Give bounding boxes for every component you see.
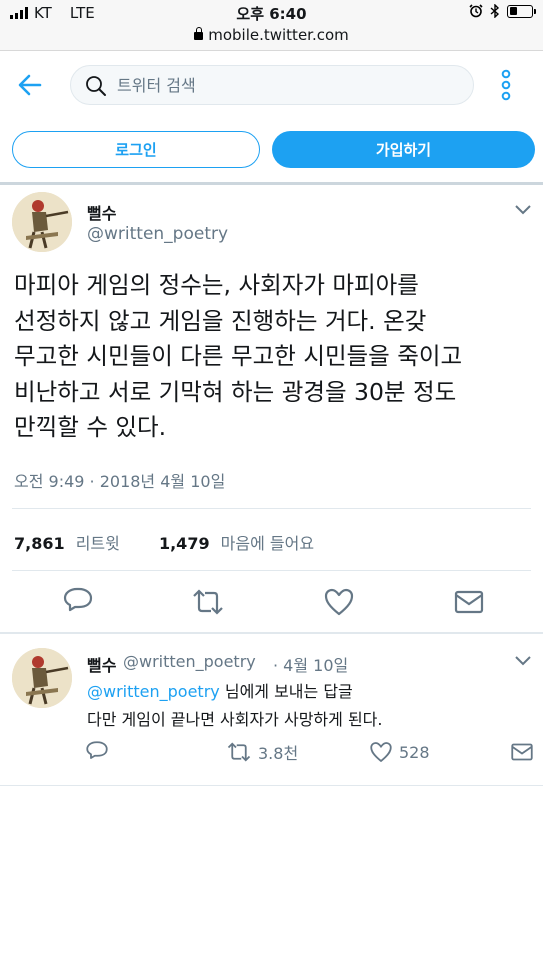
signup-button[interactable]: 가입하기 — [272, 131, 535, 168]
status-right — [469, 4, 536, 18]
reply-icon — [86, 741, 108, 759]
retweet-icon — [227, 742, 251, 762]
caret-down-icon[interactable] — [513, 654, 533, 668]
url-text: mobile.twitter.com — [208, 26, 349, 44]
alarm-icon — [469, 4, 483, 18]
divider — [12, 570, 531, 571]
divider — [12, 508, 531, 509]
search-icon — [86, 76, 106, 96]
message-icon — [511, 743, 533, 761]
back-arrow-icon[interactable] — [16, 71, 44, 99]
tweet-author-handle[interactable]: @written_poetry — [87, 224, 228, 244]
like-count[interactable]: 1,479 — [159, 534, 210, 553]
battery-icon — [507, 4, 536, 18]
reply-to-suffix: 님에게 보내는 답글 — [224, 682, 353, 701]
more-options-icon[interactable] — [495, 68, 517, 102]
message-icon[interactable] — [453, 586, 485, 618]
retweet-icon[interactable] — [192, 586, 224, 618]
reply-message-action[interactable] — [510, 740, 534, 764]
tweet-text: 마피아 게임의 정수는, 사회자가 마피아를 선정하지 않고 게임을 진행하는 … — [14, 271, 463, 441]
header-divider — [0, 182, 543, 185]
bluetooth-icon — [490, 4, 500, 18]
reply-icon[interactable] — [62, 586, 94, 618]
retweet-label[interactable]: 리트윗 — [76, 534, 120, 553]
search-bar[interactable] — [70, 65, 474, 105]
search-input[interactable] — [117, 73, 447, 97]
avatar-illustration — [12, 648, 72, 708]
like-icon[interactable] — [323, 586, 355, 618]
avatar[interactable] — [12, 648, 72, 708]
reply-author-handle[interactable]: @written_poetry — [123, 652, 256, 671]
status-bar: KT LTE 오후 6:40 — [0, 0, 543, 26]
avatar-illustration — [12, 192, 72, 252]
replying-to: @written_poetry 님에게 보내는 답글 — [87, 678, 353, 702]
tweet-stats: 7,861 리트윗 1,479 마음에 들어요 — [14, 530, 314, 554]
reply-date[interactable]: · 4월 10일 — [273, 652, 348, 676]
reply-like-count: 528 — [399, 742, 430, 762]
reply-reply-action[interactable] — [85, 740, 109, 764]
reply-retweet-action[interactable]: 3.8천 — [226, 740, 298, 764]
like-icon — [370, 742, 392, 762]
login-button[interactable]: 로그인 — [12, 131, 260, 168]
reply-retweet-count: 3.8천 — [258, 744, 299, 763]
tweet-author-name[interactable]: 뻘수 — [87, 200, 116, 224]
browser-url-bar[interactable]: mobile.twitter.com — [0, 26, 543, 51]
reply-like-action[interactable]: 528 — [369, 740, 430, 764]
avatar[interactable] — [12, 192, 72, 252]
reply-mention-link[interactable]: @written_poetry — [87, 682, 220, 701]
lock-icon — [194, 27, 204, 40]
reply-text: 다만 게임이 끝나면 사회자가 사망하게 된다. — [87, 710, 383, 729]
caret-down-icon[interactable] — [513, 203, 533, 217]
retweet-count[interactable]: 7,861 — [14, 534, 65, 553]
like-label[interactable]: 마음에 들어요 — [221, 534, 314, 553]
reply-author-name[interactable]: 뻘수 — [87, 652, 116, 676]
tweet-timestamp[interactable]: 오전 9:49 · 2018년 4월 10일 — [14, 468, 225, 492]
section-divider — [0, 632, 543, 634]
status-time: 오후 6:40 — [236, 5, 307, 23]
bottom-divider — [0, 785, 543, 786]
